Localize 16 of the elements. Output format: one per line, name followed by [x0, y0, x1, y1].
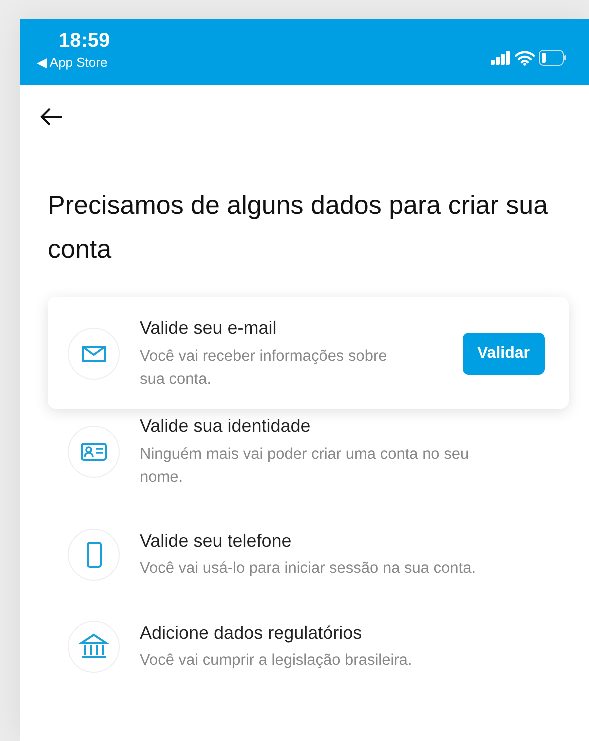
- step-title: Valide seu e-mail: [140, 317, 278, 340]
- step-description: Ninguém mais vai poder criar uma conta no seu nome.: [140, 444, 470, 488]
- signal-icon: [491, 51, 511, 65]
- step-description: Você vai receber informações sobre sua conta.: [140, 346, 388, 390]
- page-title: Precisamos de alguns dados para criar sua conta: [47, 189, 550, 266]
- step-description: Você vai cumprir a legislação brasileira.: [140, 651, 414, 672]
- wifi-icon: [515, 50, 535, 66]
- back-arrow-icon[interactable]: [40, 106, 64, 127]
- step-title: Valide seu telefone: [140, 530, 293, 553]
- status-time: 18:59: [59, 31, 110, 51]
- validate-button[interactable]: Validar: [462, 333, 545, 376]
- battery-icon: [539, 50, 567, 66]
- step-description: Você vai usá-lo para iniciar sessão na sua conta.: [140, 559, 478, 580]
- back-to-app-link[interactable]: ◀ App Store: [37, 56, 110, 69]
- step-title: Valide sua identidade: [140, 415, 312, 438]
- step-title: Adicione dados regulatórios: [140, 622, 364, 645]
